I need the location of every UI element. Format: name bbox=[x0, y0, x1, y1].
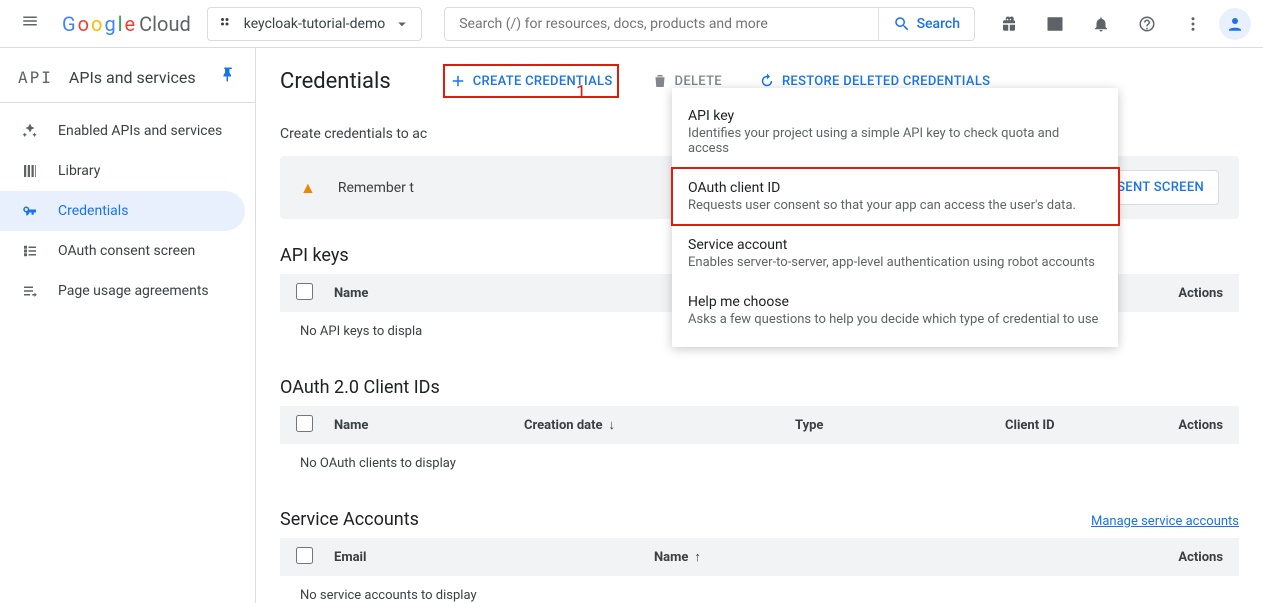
select-all-checkbox[interactable] bbox=[296, 547, 313, 564]
search-label: Search bbox=[917, 16, 960, 32]
api-brand-icon: API bbox=[18, 68, 53, 87]
sort-desc-icon: ↓ bbox=[609, 418, 616, 433]
col-name: Name bbox=[334, 286, 574, 301]
project-name: keycloak-tutorial-demo bbox=[244, 16, 385, 32]
col-client-id: Client ID bbox=[1005, 418, 1055, 433]
oauth-empty: No OAuth clients to display bbox=[280, 444, 1239, 483]
dropdown-item-service-account[interactable]: Service account Enables server-to-server… bbox=[672, 225, 1118, 282]
col-actions: Actions bbox=[1178, 418, 1223, 433]
dropdown-item-desc: Requests user consent so that your app c… bbox=[688, 198, 1102, 213]
dropdown-item-title: API key bbox=[688, 108, 1102, 124]
svc-title: Service Accounts bbox=[280, 509, 419, 530]
dropdown-item-title: Help me choose bbox=[688, 294, 1102, 310]
create-label: CREATE CREDENTIALS bbox=[473, 74, 613, 89]
enabled-apis-icon bbox=[20, 122, 40, 140]
svc-empty: No service accounts to display bbox=[280, 576, 1239, 603]
dropdown-item-api-key[interactable]: API key Identifies your project using a … bbox=[672, 96, 1118, 168]
plus-icon bbox=[449, 72, 467, 90]
col-name[interactable]: Name↑ bbox=[654, 549, 701, 565]
dropdown-item-desc: Enables server-to-server, app-level auth… bbox=[688, 255, 1102, 270]
gift-icon bbox=[1000, 15, 1018, 33]
account-avatar[interactable] bbox=[1219, 8, 1251, 40]
agreements-icon bbox=[20, 282, 40, 300]
bell-icon bbox=[1092, 15, 1110, 33]
col-creation-date[interactable]: Creation date↓ bbox=[524, 417, 615, 433]
sidebar-item-oauth-consent[interactable]: OAuth consent screen bbox=[0, 231, 255, 271]
person-icon bbox=[1226, 15, 1244, 33]
trash-icon bbox=[651, 72, 669, 90]
dropdown-item-oauth-client-id[interactable]: OAuth client ID Requests user consent so… bbox=[672, 168, 1118, 225]
terminal-icon bbox=[1046, 15, 1064, 33]
more-button[interactable] bbox=[1173, 4, 1213, 44]
consent-icon bbox=[20, 242, 40, 260]
body-layout: API APIs and services Enabled APIs and s… bbox=[0, 48, 1263, 603]
project-icon bbox=[218, 15, 236, 33]
header-utilities bbox=[989, 4, 1251, 44]
create-credentials-button[interactable]: CREATE CREDENTIALS bbox=[443, 64, 619, 98]
hamburger-icon bbox=[21, 12, 39, 30]
search-icon bbox=[893, 15, 911, 33]
project-selector[interactable]: keycloak-tutorial-demo bbox=[207, 7, 422, 41]
key-icon bbox=[20, 202, 40, 220]
page-title: Credentials bbox=[280, 69, 391, 94]
sidebar-header: API APIs and services bbox=[0, 56, 255, 103]
sidebar-title: APIs and services bbox=[69, 68, 203, 87]
sidebar-item-label: OAuth consent screen bbox=[58, 243, 195, 259]
more-vert-icon bbox=[1184, 15, 1202, 33]
create-credentials-dropdown: API key Identifies your project using a … bbox=[672, 88, 1118, 347]
library-icon bbox=[20, 162, 40, 180]
dropdown-item-help-me-choose[interactable]: Help me choose Asks a few questions to h… bbox=[672, 282, 1118, 339]
oauth-table-header: Name Creation date↓ Type Client ID Actio… bbox=[280, 406, 1239, 444]
oauth-title: OAuth 2.0 Client IDs bbox=[280, 377, 440, 398]
dropdown-item-title: Service account bbox=[688, 237, 1102, 253]
dropdown-item-desc: Identifies your project using a simple A… bbox=[688, 126, 1102, 156]
chevron-down-icon bbox=[393, 15, 411, 33]
select-all-checkbox[interactable] bbox=[296, 415, 313, 432]
sidebar-item-label: Page usage agreements bbox=[58, 283, 209, 299]
pin-icon bbox=[219, 66, 237, 84]
notifications-button[interactable] bbox=[1081, 4, 1121, 44]
col-name: Name bbox=[334, 418, 524, 433]
warning-icon: ▲ bbox=[300, 178, 316, 198]
annotation-1: 1. bbox=[576, 82, 591, 103]
search-bar: Search bbox=[444, 7, 975, 41]
help-button[interactable] bbox=[1127, 4, 1167, 44]
cloud-text: Cloud bbox=[139, 12, 191, 36]
delete-label: DELETE bbox=[675, 74, 722, 89]
col-actions: Actions bbox=[1178, 286, 1223, 301]
cloud-shell-button[interactable] bbox=[1035, 4, 1075, 44]
pin-button[interactable] bbox=[219, 66, 237, 88]
select-all-checkbox[interactable] bbox=[296, 283, 313, 300]
col-actions: Actions bbox=[1178, 550, 1223, 565]
dropdown-item-title: OAuth client ID bbox=[688, 180, 1102, 196]
dropdown-item-desc: Asks a few questions to help you decide … bbox=[688, 312, 1102, 327]
warning-text: Remember t bbox=[338, 180, 414, 196]
restore-label: RESTORE DELETED CREDENTIALS bbox=[782, 74, 990, 89]
col-email: Email bbox=[334, 550, 654, 565]
api-keys-title: API keys bbox=[280, 245, 349, 266]
sort-asc-icon: ↑ bbox=[694, 550, 701, 565]
manage-service-accounts-link[interactable]: Manage service accounts bbox=[1091, 514, 1239, 529]
main-content: Credentials CREATE CREDENTIALS DELETE RE… bbox=[256, 48, 1263, 603]
nav-menu-button[interactable] bbox=[12, 3, 54, 45]
sidebar-item-enabled-apis[interactable]: Enabled APIs and services bbox=[0, 111, 255, 151]
help-icon bbox=[1138, 15, 1156, 33]
sidebar-item-credentials[interactable]: Credentials bbox=[0, 191, 245, 231]
product-logo[interactable]: Google Cloud bbox=[62, 12, 191, 36]
free-trial-button[interactable] bbox=[989, 4, 1029, 44]
search-input[interactable] bbox=[445, 8, 877, 40]
sidebar-item-page-usage[interactable]: Page usage agreements bbox=[0, 271, 255, 311]
col-type: Type bbox=[795, 418, 945, 433]
sidebar: API APIs and services Enabled APIs and s… bbox=[0, 48, 256, 603]
sidebar-item-library[interactable]: Library bbox=[0, 151, 255, 191]
sidebar-item-label: Enabled APIs and services bbox=[58, 123, 222, 139]
svc-table-header: Email Name↑ Actions bbox=[280, 538, 1239, 576]
section-service-accounts: Service Accounts Manage service accounts… bbox=[280, 509, 1239, 603]
search-button[interactable]: Search bbox=[878, 8, 974, 40]
top-header: Google Cloud keycloak-tutorial-demo Sear… bbox=[0, 0, 1263, 48]
sidebar-item-label: Library bbox=[58, 163, 100, 179]
section-oauth-clients: OAuth 2.0 Client IDs Name Creation date↓… bbox=[280, 377, 1239, 483]
sidebar-item-label: Credentials bbox=[58, 203, 128, 219]
